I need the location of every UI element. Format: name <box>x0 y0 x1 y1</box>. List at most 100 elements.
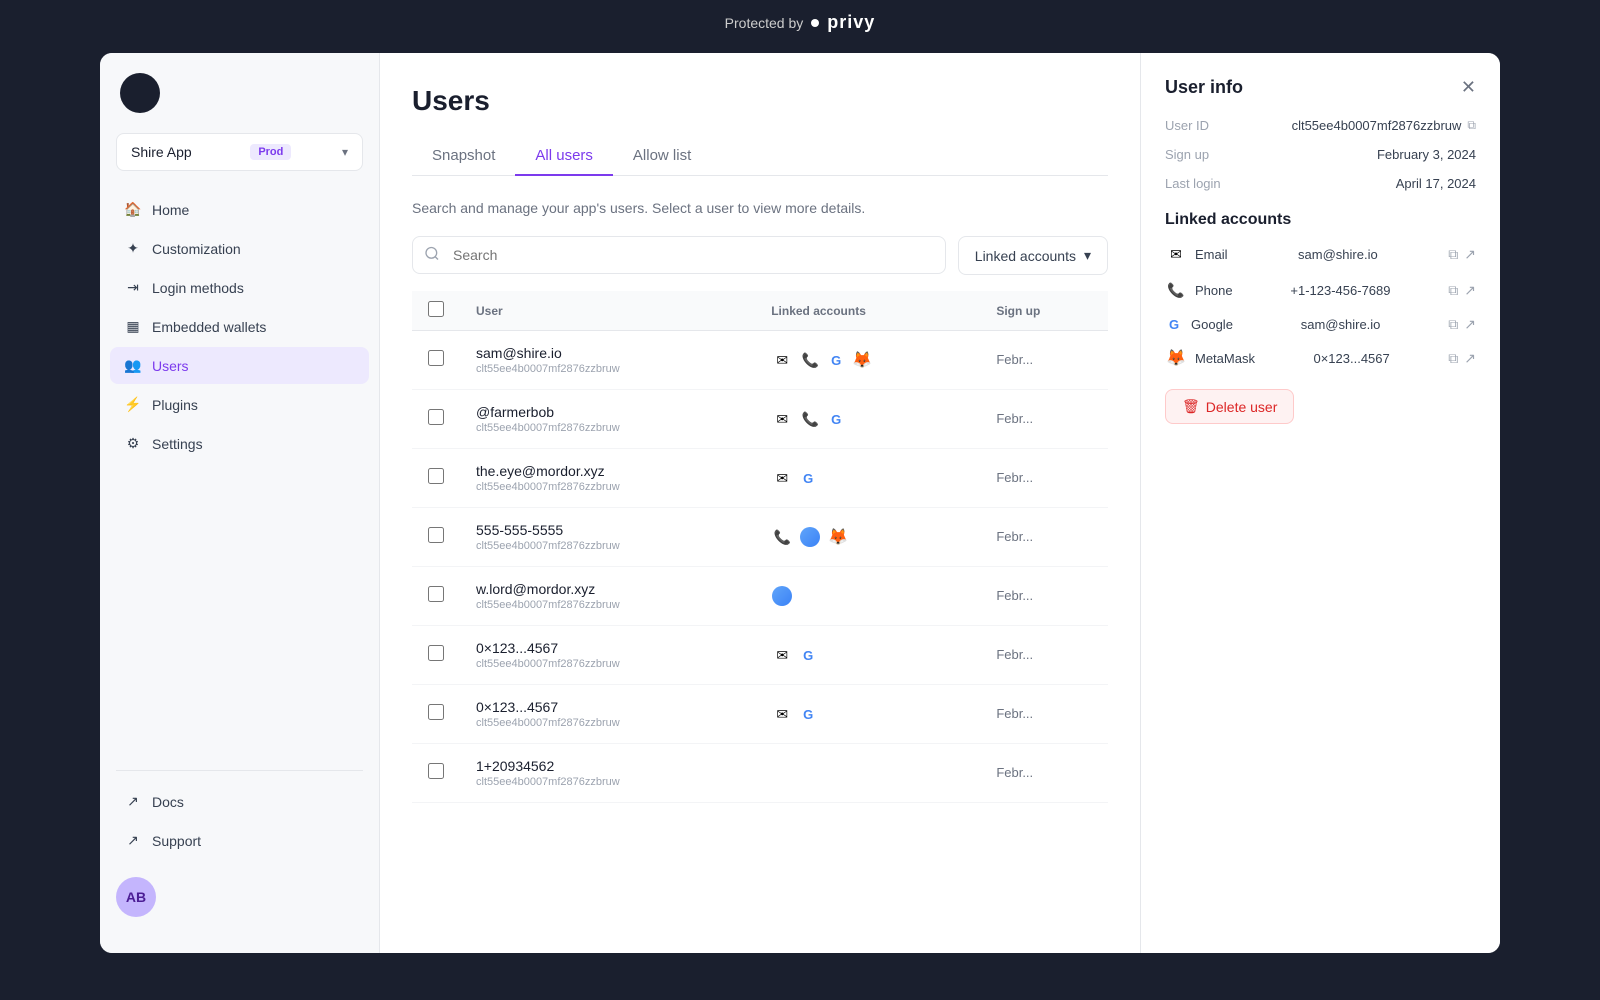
sidebar-item-users[interactable]: 👥 Users <box>110 347 369 384</box>
user-id-label: User ID <box>1165 118 1209 133</box>
user-id-value: clt55ee4b0007mf2876zzbruw ⧉ <box>1292 118 1476 133</box>
table-row[interactable]: 0×123...4567 clt55ee4b0007mf2876zzbruw ✉… <box>412 626 1108 685</box>
phone-icon: 📞 <box>799 408 821 430</box>
user-id-short: clt55ee4b0007mf2876zzbruw <box>476 363 739 375</box>
link-icon[interactable]: ↗ <box>1464 350 1476 367</box>
table-row[interactable]: sam@shire.io clt55ee4b0007mf2876zzbruw ✉… <box>412 331 1108 390</box>
row-checkbox[interactable] <box>428 527 444 543</box>
delete-user-button[interactable]: 🗑 Delete user <box>1165 389 1294 424</box>
table-row[interactable]: 0×123...4567 clt55ee4b0007mf2876zzbruw ✉… <box>412 685 1108 744</box>
row-checkbox[interactable] <box>428 645 444 661</box>
main-content: Users Snapshot All users Allow list Sear… <box>380 53 1140 953</box>
signup-column-header: Sign up <box>980 291 1108 331</box>
user-id-short: clt55ee4b0007mf2876zzbruw <box>476 717 739 729</box>
users-table: User Linked accounts Sign up sam@shire.i… <box>412 291 1108 803</box>
row-checkbox[interactable] <box>428 409 444 425</box>
row-checkbox[interactable] <box>428 586 444 602</box>
tab-allow-list[interactable]: Allow list <box>613 137 711 176</box>
user-cell: w.lord@mordor.xyz clt55ee4b0007mf2876zzb… <box>460 567 755 626</box>
linked-icons: ✉G <box>771 467 964 489</box>
user-cell: 555-555-5555 clt55ee4b0007mf2876zzbruw <box>460 508 755 567</box>
chevron-down-icon: ▾ <box>1084 247 1091 264</box>
link-icon[interactable]: ↗ <box>1464 246 1476 263</box>
tab-all-users[interactable]: All users <box>515 137 613 176</box>
sidebar-item-label: Customization <box>152 241 241 257</box>
table-row[interactable]: @farmerbob clt55ee4b0007mf2876zzbruw ✉📞G… <box>412 390 1108 449</box>
user-avatar[interactable]: AB <box>116 877 156 917</box>
sidebar-item-settings[interactable]: ⚙ Settings <box>110 425 369 462</box>
tab-snapshot[interactable]: Snapshot <box>412 137 515 176</box>
date-cell: Febr... <box>980 744 1108 803</box>
row-checkbox-cell <box>412 390 460 449</box>
row-checkbox[interactable] <box>428 350 444 366</box>
linked-accounts-cell: ✉G <box>755 685 980 744</box>
copy-linked-icon[interactable]: ⧉ <box>1448 350 1458 367</box>
user-cell: 0×123...4567 clt55ee4b0007mf2876zzbruw <box>460 685 755 744</box>
linked-accounts-cell <box>755 744 980 803</box>
copy-linked-icon[interactable]: ⧉ <box>1448 246 1458 263</box>
copy-linked-icon[interactable]: ⧉ <box>1448 282 1458 299</box>
search-input-wrap <box>412 236 946 275</box>
table-body: sam@shire.io clt55ee4b0007mf2876zzbruw ✉… <box>412 331 1108 803</box>
page-description: Search and manage your app's users. Sele… <box>412 200 1108 216</box>
linked-account-left: 🦊 MetaMask <box>1165 347 1255 369</box>
linked-account-actions: ⧉ ↗ <box>1448 350 1476 367</box>
circle-icon <box>799 526 821 548</box>
circle-icon <box>771 585 793 607</box>
table-row[interactable]: 1+20934562 clt55ee4b0007mf2876zzbruw Feb… <box>412 744 1108 803</box>
sidebar-item-docs[interactable]: ↗ Docs <box>110 783 369 820</box>
row-checkbox-cell <box>412 508 460 567</box>
sidebar-item-label: Docs <box>152 794 184 810</box>
sidebar-item-login-methods[interactable]: ⇥ Login methods <box>110 269 369 306</box>
row-checkbox[interactable] <box>428 704 444 720</box>
user-column-header: User <box>460 291 755 331</box>
row-checkbox[interactable] <box>428 468 444 484</box>
row-checkbox[interactable] <box>428 763 444 779</box>
env-badge: Prod <box>250 144 291 160</box>
signup-label: Sign up <box>1165 147 1209 162</box>
copy-user-id-icon[interactable]: ⧉ <box>1467 118 1476 133</box>
google-icon: G <box>799 646 817 664</box>
linked-accounts-cell: ✉G <box>755 449 980 508</box>
sidebar-item-embedded-wallets[interactable]: ▦ Embedded wallets <box>110 308 369 345</box>
google-icon: G <box>1165 315 1183 333</box>
sidebar-item-plugins[interactable]: ⚡ Plugins <box>110 386 369 423</box>
link-icon[interactable]: ↗ <box>1464 282 1476 299</box>
linked-account-row: 🦊 MetaMask 0×123...4567 ⧉ ↗ <box>1165 347 1476 369</box>
app-selector[interactable]: Shire App Prod ▾ <box>116 133 363 171</box>
link-icon[interactable]: ↗ <box>1464 316 1476 333</box>
sidebar-item-label: Login methods <box>152 280 244 296</box>
panel-header: User info ✕ <box>1165 77 1476 98</box>
signup-date: Febr... <box>996 765 1033 780</box>
sidebar-item-home[interactable]: 🏠 Home <box>110 191 369 228</box>
privy-dot-icon <box>811 19 819 27</box>
privy-logo: privy <box>827 12 875 33</box>
phone-icon: 📞 <box>1165 279 1187 301</box>
sidebar-item-support[interactable]: ↗ Support <box>110 822 369 859</box>
row-checkbox-cell <box>412 331 460 390</box>
email-icon: ✉ <box>771 644 793 666</box>
linked-accounts-cell: ✉G <box>755 626 980 685</box>
wallet-icon: ▦ <box>124 318 142 335</box>
plugins-icon: ⚡ <box>124 396 142 413</box>
linked-account-actions: ⧉ ↗ <box>1448 316 1476 333</box>
linked-account-left: G Google <box>1165 315 1233 333</box>
copy-linked-icon[interactable]: ⧉ <box>1448 316 1458 333</box>
table-row[interactable]: w.lord@mordor.xyz clt55ee4b0007mf2876zzb… <box>412 567 1108 626</box>
table-row[interactable]: the.eye@mordor.xyz clt55ee4b0007mf2876zz… <box>412 449 1108 508</box>
metamask-icon: 🦊 <box>851 349 873 371</box>
row-checkbox-cell <box>412 567 460 626</box>
linked-accounts-cell: ✉📞G <box>755 390 980 449</box>
search-input[interactable] <box>412 236 946 274</box>
linked-accounts-filter[interactable]: Linked accounts ▾ <box>958 236 1108 275</box>
sidebar-item-customization[interactable]: ✦ Customization <box>110 230 369 267</box>
app-name: Shire App <box>131 144 192 160</box>
select-all-checkbox[interactable] <box>428 301 444 317</box>
date-cell: Febr... <box>980 390 1108 449</box>
date-cell: Febr... <box>980 626 1108 685</box>
table-row[interactable]: 555-555-5555 clt55ee4b0007mf2876zzbruw 📞… <box>412 508 1108 567</box>
external-link-icon: ↗ <box>124 832 142 849</box>
user-id-short: clt55ee4b0007mf2876zzbruw <box>476 776 739 788</box>
last-login-value: April 17, 2024 <box>1396 176 1476 191</box>
close-panel-button[interactable]: ✕ <box>1461 77 1476 98</box>
